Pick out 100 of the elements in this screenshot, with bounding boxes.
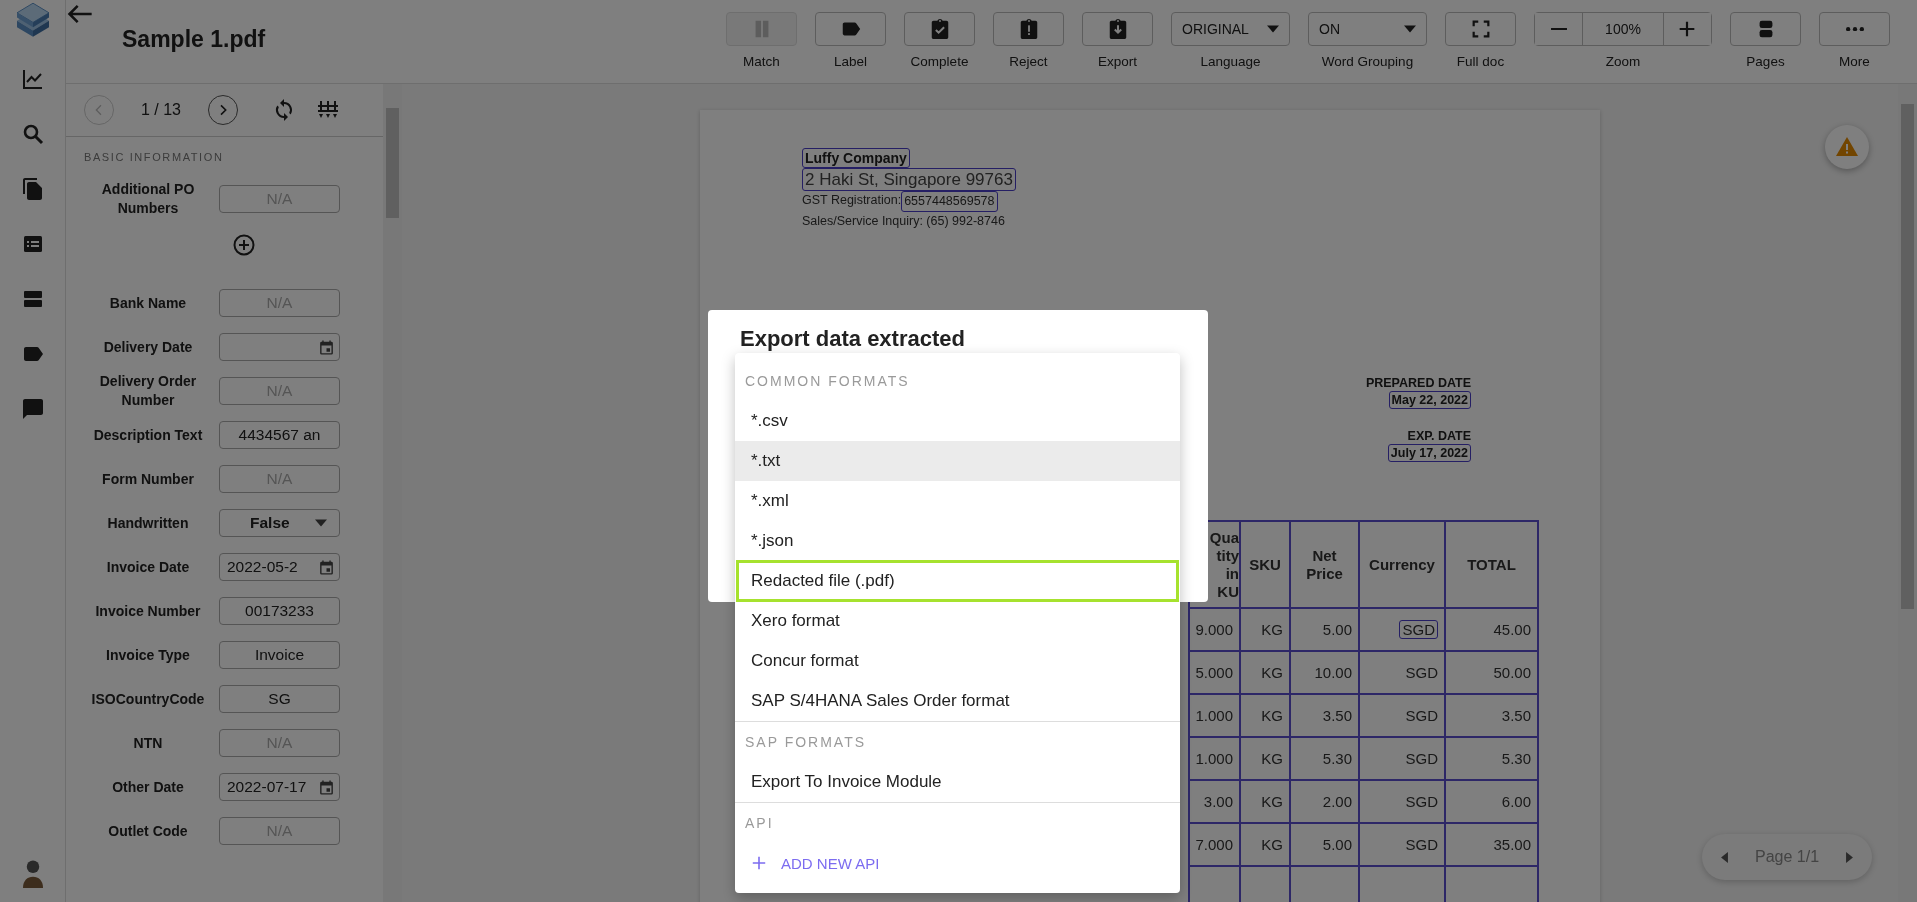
table-cell: 3.00 bbox=[1190, 781, 1241, 824]
previous-page-icon[interactable] bbox=[1719, 851, 1730, 863]
table-cell: 5.30 bbox=[1291, 738, 1360, 781]
menu-item[interactable]: *.json bbox=[735, 521, 1180, 561]
calendar-icon bbox=[318, 558, 335, 576]
button-caption: Language bbox=[1200, 54, 1261, 69]
menu-item[interactable]: Xero format bbox=[735, 601, 1180, 641]
table-cell: KG bbox=[1241, 824, 1291, 867]
table-cell: SGD bbox=[1360, 652, 1446, 695]
table-cell: 2.00 bbox=[1291, 781, 1360, 824]
menu-item[interactable]: *.txt bbox=[735, 441, 1180, 481]
table-cell: 9.000 bbox=[1190, 609, 1241, 652]
button-caption: Export bbox=[1098, 54, 1137, 69]
plus-icon bbox=[751, 855, 767, 871]
table-cell: SGD bbox=[1360, 695, 1446, 738]
table-cell: 5.00 bbox=[1291, 609, 1360, 652]
text-field[interactable]: 4434567 an bbox=[219, 421, 340, 449]
table-cell: 3.50 bbox=[1291, 695, 1360, 738]
date-field[interactable] bbox=[219, 333, 340, 361]
date-field[interactable]: 2022-05-2 bbox=[219, 553, 340, 581]
table-cell: 6.00 bbox=[1446, 781, 1539, 824]
document-text: PREPARED DATE bbox=[1365, 375, 1471, 391]
table-cell: 5.00 bbox=[1291, 824, 1360, 867]
field-label: Handwritten bbox=[106, 513, 190, 533]
table-cell: SGD bbox=[1360, 781, 1446, 824]
button-caption: Reject bbox=[1009, 54, 1048, 69]
button-caption: Zoom bbox=[1605, 54, 1641, 69]
field-label: ISOCountryCode bbox=[90, 689, 206, 709]
calendar-icon bbox=[318, 338, 335, 356]
field-label: Invoice Type bbox=[105, 645, 191, 665]
button-caption: Complete bbox=[910, 54, 969, 69]
caret-icon bbox=[1404, 23, 1416, 35]
more-icon bbox=[1845, 26, 1864, 32]
table-cell: 5.000 bbox=[1190, 652, 1241, 695]
toolbar-button[interactable] bbox=[993, 12, 1064, 46]
table-cell: 1.000 bbox=[1190, 738, 1241, 781]
button-caption: More bbox=[1839, 54, 1870, 69]
toolbar-button[interactable] bbox=[1082, 12, 1153, 46]
toolbar-button[interactable] bbox=[1445, 12, 1516, 46]
field-label: Bank Name bbox=[108, 293, 188, 313]
toolbar-button[interactable] bbox=[904, 12, 975, 46]
table-cell: 1.000 bbox=[1190, 695, 1241, 738]
add-circle-icon[interactable] bbox=[231, 233, 256, 257]
scrollbar-thumb[interactable] bbox=[386, 108, 399, 218]
field-label: Additional PO Numbers bbox=[100, 180, 196, 218]
page-counter: 1 / 13 bbox=[140, 101, 182, 119]
button-caption: Label bbox=[833, 54, 867, 69]
table-cell: 50.00 bbox=[1446, 652, 1539, 695]
button-caption: Word Grouping bbox=[1321, 54, 1414, 69]
field-label: Invoice Number bbox=[94, 601, 202, 621]
table-cell: SGD bbox=[1360, 738, 1446, 781]
field-label: Delivery Order Number bbox=[98, 372, 198, 410]
caret-icon bbox=[1267, 23, 1279, 35]
toolbar-button[interactable] bbox=[815, 12, 886, 46]
menu-item[interactable]: *.xml bbox=[735, 481, 1180, 521]
add-api-item[interactable]: ADD NEW API bbox=[735, 843, 1180, 883]
chat-icon[interactable] bbox=[20, 397, 45, 421]
button-caption: Full doc bbox=[1456, 54, 1505, 69]
document-text: Sales/Service Inquiry: (65) 992-8746 bbox=[802, 213, 1005, 230]
date-field[interactable]: 2022-07-17 bbox=[219, 773, 340, 801]
minus-icon bbox=[1550, 27, 1567, 31]
text-field[interactable]: 00173233 bbox=[219, 597, 340, 625]
document-title: Sample 1.pdf bbox=[122, 26, 266, 53]
select-field[interactable]: False bbox=[219, 509, 340, 537]
section-heading: BASIC INFORMATION bbox=[84, 151, 225, 163]
table-cell: SGD bbox=[1360, 824, 1446, 867]
table-cell: 7.000 bbox=[1190, 824, 1241, 867]
text-field[interactable]: Invoice bbox=[219, 641, 340, 669]
dropdown[interactable]: ON bbox=[1308, 12, 1427, 46]
table-header-cell: SKU bbox=[1241, 522, 1291, 609]
extracted-text: May 22, 2022 bbox=[1388, 391, 1471, 409]
next-page-icon[interactable] bbox=[1844, 851, 1855, 863]
table-cell: KG bbox=[1241, 781, 1291, 824]
extracted-text: July 17, 2022 bbox=[1387, 444, 1471, 462]
field-label: Other Date bbox=[111, 777, 185, 797]
dialog-title: Export data extracted bbox=[740, 326, 966, 352]
dropdown[interactable]: ORIGINAL bbox=[1171, 12, 1290, 46]
extracted-text: Luffy Company bbox=[802, 148, 910, 168]
table-cell: 10.00 bbox=[1291, 652, 1360, 695]
documents-icon[interactable] bbox=[20, 177, 45, 201]
field-label: Delivery Date bbox=[102, 337, 194, 357]
caret-icon bbox=[315, 517, 327, 529]
document-text: EXP. DATE bbox=[1407, 428, 1471, 444]
menu-section-heading: API bbox=[744, 814, 775, 833]
text-field[interactable]: SG bbox=[219, 685, 340, 713]
table-cell: SGD bbox=[1360, 609, 1446, 652]
menu-item[interactable]: Concur format bbox=[735, 641, 1180, 681]
menu-item[interactable]: SAP S/4HANA Sales Order format bbox=[735, 681, 1180, 721]
chart-icon[interactable] bbox=[20, 67, 45, 91]
table-cell: KG bbox=[1241, 738, 1291, 781]
table-header-cell: Net Price bbox=[1291, 522, 1360, 609]
table-header-cell: Currency bbox=[1360, 522, 1446, 609]
menu-item[interactable]: Redacted file (.pdf) bbox=[735, 559, 1180, 603]
table-cell: 35.00 bbox=[1446, 824, 1539, 867]
menu-item[interactable]: *.csv bbox=[735, 401, 1180, 441]
menu-item[interactable]: Export To Invoice Module bbox=[735, 762, 1180, 802]
extracted-text: 2 Haki St, Singapore 99763 bbox=[802, 168, 1016, 191]
table-cell: 45.00 bbox=[1446, 609, 1539, 652]
toolbar-button[interactable] bbox=[1730, 12, 1801, 46]
scrollbar-thumb[interactable] bbox=[1901, 104, 1914, 609]
